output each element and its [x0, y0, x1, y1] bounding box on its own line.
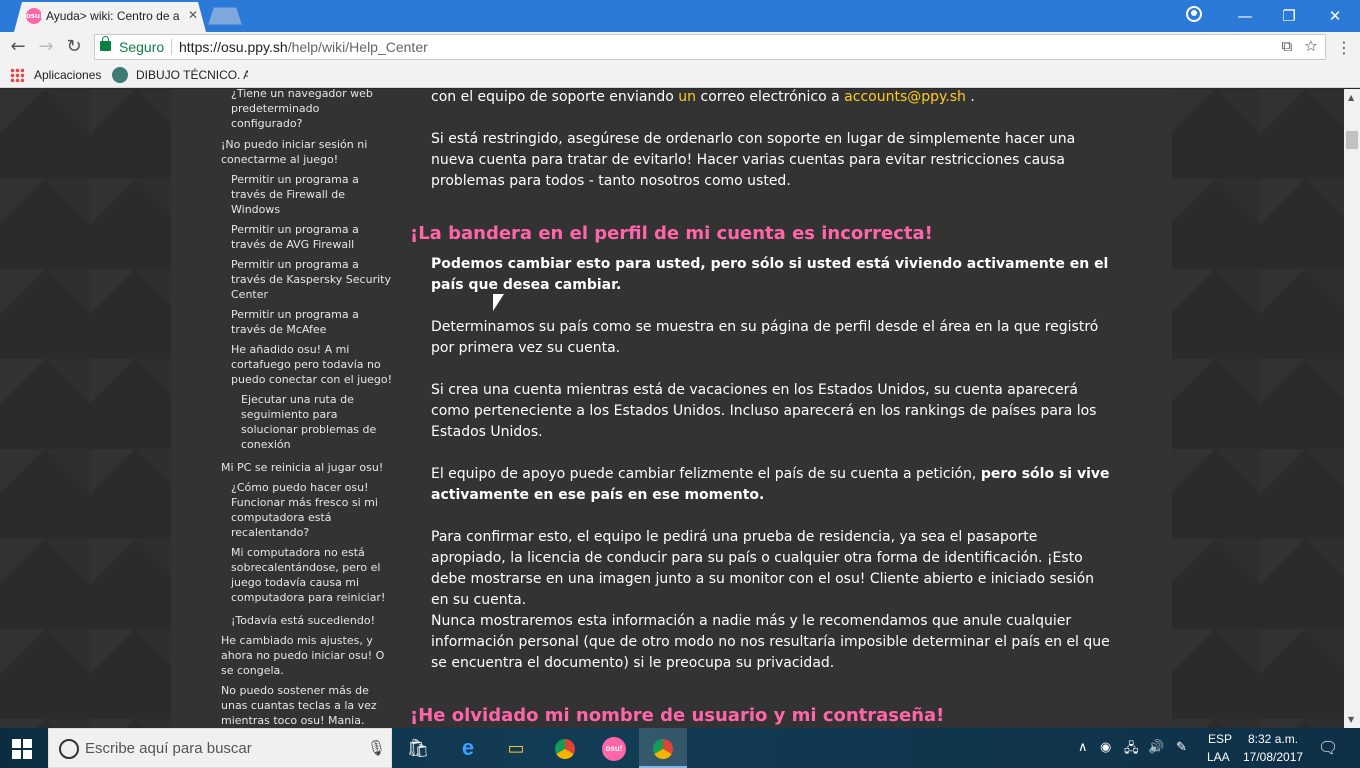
bookmark-star-icon[interactable]: ☆ — [1305, 38, 1317, 55]
minimize-icon[interactable]: — — [1222, 3, 1268, 29]
store-icon[interactable]: 🛍 — [394, 728, 442, 768]
sidebar-item[interactable]: ¿Tiene un navegador web predeterminado c… — [231, 89, 381, 131]
taskbar-search[interactable]: Escribe aquí para buscar 🎙 — [48, 728, 392, 768]
clock-date[interactable]: 17/08/2017 — [1243, 750, 1303, 764]
address-bar[interactable]: Seguro https://osu.ppy.sh/help/wiki/Help… — [94, 34, 1326, 60]
back-arrow-icon[interactable]: ← — [6, 36, 30, 58]
sidebar-item[interactable]: He cambiado mis ajustes, y ahora no pued… — [221, 633, 386, 678]
new-tab-button[interactable] — [208, 7, 242, 25]
sidebar-item[interactable]: No puedo sostener más de unas cuantas te… — [221, 683, 386, 728]
profile-icon[interactable] — [1186, 6, 1202, 22]
paragraph-privacy: Nunca mostraremos esta información a nad… — [431, 613, 1110, 671]
page-scrollbar[interactable]: ▲ ▼ — [1344, 89, 1360, 728]
restore-icon[interactable]: ❐ — [1266, 3, 1312, 29]
omnibox-icons: ⧉ ☆ — [1282, 38, 1317, 55]
scroll-thumb[interactable] — [1346, 131, 1358, 149]
sidebar-item[interactable]: Permitir un programa a través de McAfee — [231, 307, 371, 337]
file-explorer-icon[interactable]: ▭ — [492, 728, 540, 768]
osu-app-label: osu! — [602, 737, 626, 762]
bookmark-favicon-icon — [112, 67, 128, 83]
forward-arrow-icon[interactable]: → — [34, 36, 58, 58]
tray-chevron-icon[interactable]: ∧ — [1078, 739, 1088, 755]
mouse-cursor-icon — [493, 294, 504, 311]
secure-label: Seguro — [119, 39, 165, 55]
address-separator — [171, 39, 172, 55]
paragraph-proof: Para confirmar esto, el equipo le pedirá… — [431, 529, 1095, 608]
url-host: https://osu.ppy.sh — [179, 39, 288, 55]
tab-title: Ayuda> wiki: Centro de a — [46, 9, 180, 23]
link-un[interactable]: un — [678, 89, 696, 105]
paragraph-support-change: El equipo de apoyo puede cambiar felizme… — [431, 464, 1111, 506]
paragraph-restricted: Si está restringido, asegúrese de ordena… — [431, 131, 1076, 189]
page-viewport: ¿Tiene un navegador web predeterminado c… — [0, 89, 1344, 728]
chrome-active-icon[interactable] — [639, 728, 687, 768]
text: correo electrónico a — [696, 89, 845, 105]
wiki-page: ¿Tiene un navegador web predeterminado c… — [171, 89, 1172, 728]
translate-icon[interactable]: ⧉ — [1282, 38, 1293, 55]
sidebar-item[interactable]: Mi PC se reinicia al jugar osu! — [221, 460, 391, 475]
sidebar-item[interactable]: ¡No puedo iniciar sesión ni conectarme a… — [221, 137, 381, 167]
reload-icon[interactable]: ↻ — [62, 36, 86, 58]
scroll-down-icon[interactable]: ▼ — [1348, 715, 1354, 724]
browser-tab[interactable]: osu! Ayuda> wiki: Centro de a ✕ — [14, 2, 206, 32]
apps-grid-icon[interactable] — [10, 68, 24, 82]
paragraph-flag-intro: Podemos cambiar esto para usted, pero só… — [431, 256, 1109, 293]
heading-forgot: ¡He olvidado mi nombre de usuario y mi c… — [410, 705, 945, 726]
windows-start-icon[interactable] — [12, 739, 32, 759]
volume-icon[interactable]: 🔊 — [1148, 739, 1164, 755]
paragraph-vacation: Si crea una cuenta mientras está de vaca… — [431, 382, 1097, 440]
email-link[interactable]: accounts@ppy.sh — [844, 89, 966, 105]
paragraph-support: con el equipo de soporte enviando un cor… — [431, 89, 1111, 108]
windows-taskbar: Escribe aquí para buscar 🎙 🛍 e ▭ osu! ∧ … — [0, 728, 1360, 768]
text: El equipo de apoyo puede cambiar felizme… — [431, 466, 981, 482]
close-window-icon[interactable]: ✕ — [1312, 3, 1358, 29]
search-placeholder: Escribe aquí para buscar — [85, 740, 252, 757]
paragraph-determine-country: Determinamos su país como se muestra en … — [431, 319, 1099, 356]
lock-icon — [100, 36, 111, 51]
bookmarks-bar: Aplicaciones DIBUJO TÉCNICO. AC — [0, 62, 1360, 88]
sidebar-item[interactable]: Permitir un programa a través de Firewal… — [231, 172, 371, 217]
microphone-icon[interactable]: 🎙 — [367, 739, 386, 757]
language-bottom[interactable]: LAA — [1207, 750, 1230, 764]
bookmark-dibujo[interactable]: DIBUJO TÉCNICO. AC — [136, 68, 248, 82]
sidebar-item[interactable]: Permitir un programa a través de AVG Fir… — [231, 222, 371, 252]
network-icon[interactable]: 🖧 — [1124, 739, 1139, 761]
scroll-up-icon[interactable]: ▲ — [1348, 93, 1354, 102]
chrome-icon[interactable] — [541, 728, 589, 768]
text: . — [965, 89, 975, 105]
osu-favicon-icon: osu! — [26, 8, 43, 24]
bookmark-apps[interactable]: Aplicaciones — [34, 68, 101, 82]
pen-icon[interactable]: ✎ — [1176, 739, 1187, 755]
sidebar-item[interactable]: Permitir un programa a través de Kaspers… — [231, 257, 393, 302]
sidebar-item[interactable]: Ejecutar una ruta de seguimiento para so… — [241, 392, 386, 452]
notifications-icon[interactable]: 🗨 — [1318, 738, 1338, 758]
chrome-menu-icon[interactable]: ⋮ — [1336, 38, 1352, 57]
sidebar-item[interactable]: ¡Todavía está sucediendo! — [231, 613, 396, 628]
heading-flag: ¡La bandera en el perfil de mi cuenta es… — [410, 223, 933, 244]
sidebar-item[interactable]: Mi computadora no está sobrecalentándose… — [231, 545, 391, 605]
cortana-icon — [59, 739, 79, 759]
url-path: /help/wiki/Help_Center — [287, 39, 428, 55]
url-text[interactable]: https://osu.ppy.sh/help/wiki/Help_Center — [179, 39, 428, 55]
edge-icon[interactable]: e — [444, 728, 492, 768]
sidebar-item[interactable]: He añadido osu! A mi cortafuego pero tod… — [231, 342, 393, 387]
clock-time[interactable]: 8:32 a.m. — [1248, 732, 1298, 746]
tab-close-icon[interactable]: ✕ — [188, 8, 198, 22]
language-top[interactable]: ESP — [1208, 732, 1232, 746]
text: con el equipo de soporte enviando — [431, 89, 679, 105]
browser-titlebar: osu! Ayuda> wiki: Centro de a ✕ — ❐ ✕ — [0, 0, 1360, 32]
osu-app-icon[interactable]: osu! — [590, 728, 638, 768]
chrome-tray-icon[interactable]: ◉ — [1100, 739, 1111, 755]
browser-toolbar: ← → ↻ Seguro https://osu.ppy.sh/help/wik… — [0, 32, 1360, 62]
sidebar-item[interactable]: ¿Cómo puedo hacer osu! Funcionar más fre… — [231, 480, 386, 540]
